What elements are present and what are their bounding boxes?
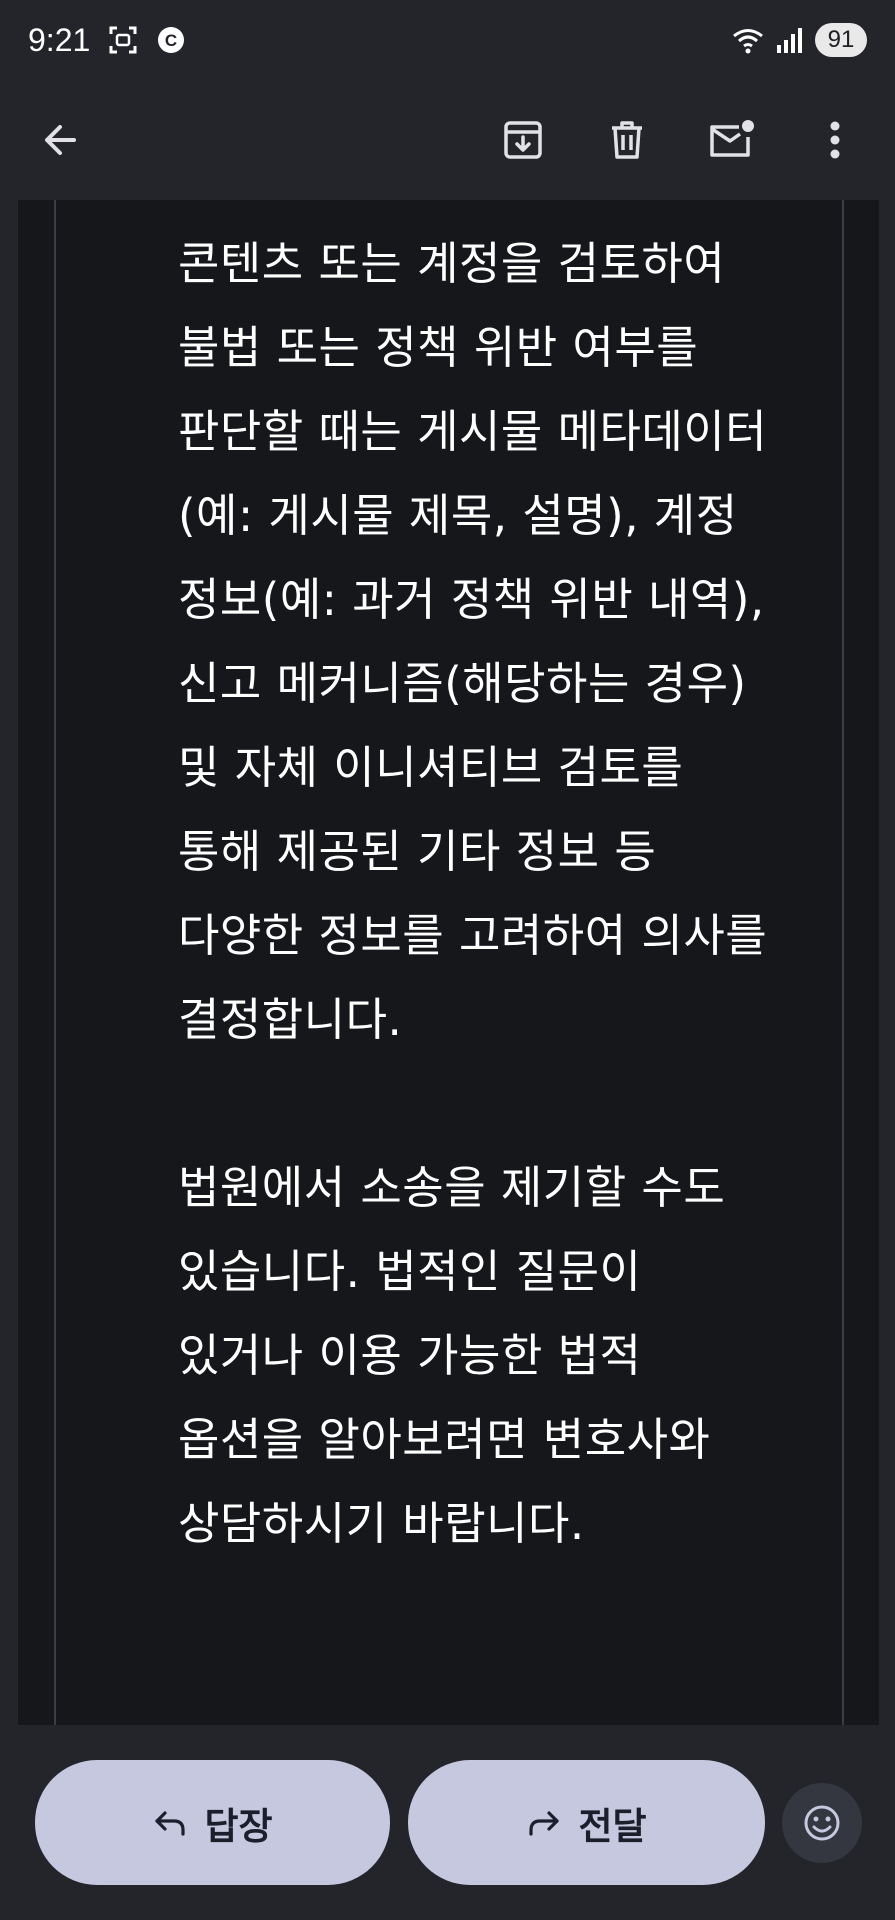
more-options-button[interactable] bbox=[795, 100, 875, 180]
reply-button[interactable]: 답장 bbox=[35, 1760, 390, 1885]
signal-icon bbox=[775, 25, 805, 55]
bottom-action-bar: 답장 전달 bbox=[0, 1725, 895, 1920]
message-body[interactable]: 콘텐츠 또는 계정을 검토하여 불법 또는 정책 위반 여부를 판단할 때는 게… bbox=[18, 200, 879, 1725]
reply-icon bbox=[155, 1810, 186, 1836]
message-text: 콘텐츠 또는 계정을 검토하여 불법 또는 정책 위반 여부를 판단할 때는 게… bbox=[178, 222, 768, 1566]
message-paragraph-1: 콘텐츠 또는 계정을 검토하여 불법 또는 정책 위반 여부를 판단할 때는 게… bbox=[178, 237, 768, 1046]
screenshot-icon bbox=[108, 25, 138, 55]
status-bar: 9:21 C 91 bbox=[0, 0, 895, 80]
wifi-icon bbox=[731, 25, 765, 55]
archive-button[interactable] bbox=[483, 100, 563, 180]
mark-unread-button[interactable] bbox=[691, 100, 771, 180]
status-time: 9:21 bbox=[28, 21, 91, 58]
emoji-reaction-button[interactable] bbox=[782, 1783, 862, 1863]
message-paragraph-2: 법원에서 소송을 제기할 수도 있습니다. 법적인 질문이 있거나 이용 가능한… bbox=[178, 1161, 726, 1550]
more-vert-icon bbox=[830, 121, 840, 159]
c-badge-label: C bbox=[165, 31, 177, 50]
forward-icon bbox=[529, 1810, 560, 1836]
c-badge-icon: C bbox=[156, 25, 186, 55]
status-left: 9:21 C bbox=[28, 22, 186, 59]
delete-button[interactable] bbox=[587, 100, 667, 180]
forward-button[interactable]: 전달 bbox=[408, 1760, 765, 1885]
status-right: 91 bbox=[731, 23, 867, 57]
app-bar-actions bbox=[483, 100, 875, 180]
reply-label: 답장 bbox=[204, 1804, 273, 1848]
battery-indicator: 91 bbox=[815, 23, 867, 57]
mark-unread-icon bbox=[710, 120, 754, 157]
back-arrow-icon bbox=[45, 125, 76, 155]
back-button[interactable] bbox=[20, 100, 100, 180]
quoted-content-frame: 콘텐츠 또는 계정을 검토하여 불법 또는 정책 위반 여부를 판단할 때는 게… bbox=[54, 200, 844, 1725]
delete-icon bbox=[612, 121, 642, 159]
archive-icon bbox=[504, 121, 542, 159]
forward-label: 전달 bbox=[578, 1804, 647, 1848]
app-bar bbox=[0, 80, 895, 200]
emoji-icon bbox=[804, 1805, 840, 1841]
